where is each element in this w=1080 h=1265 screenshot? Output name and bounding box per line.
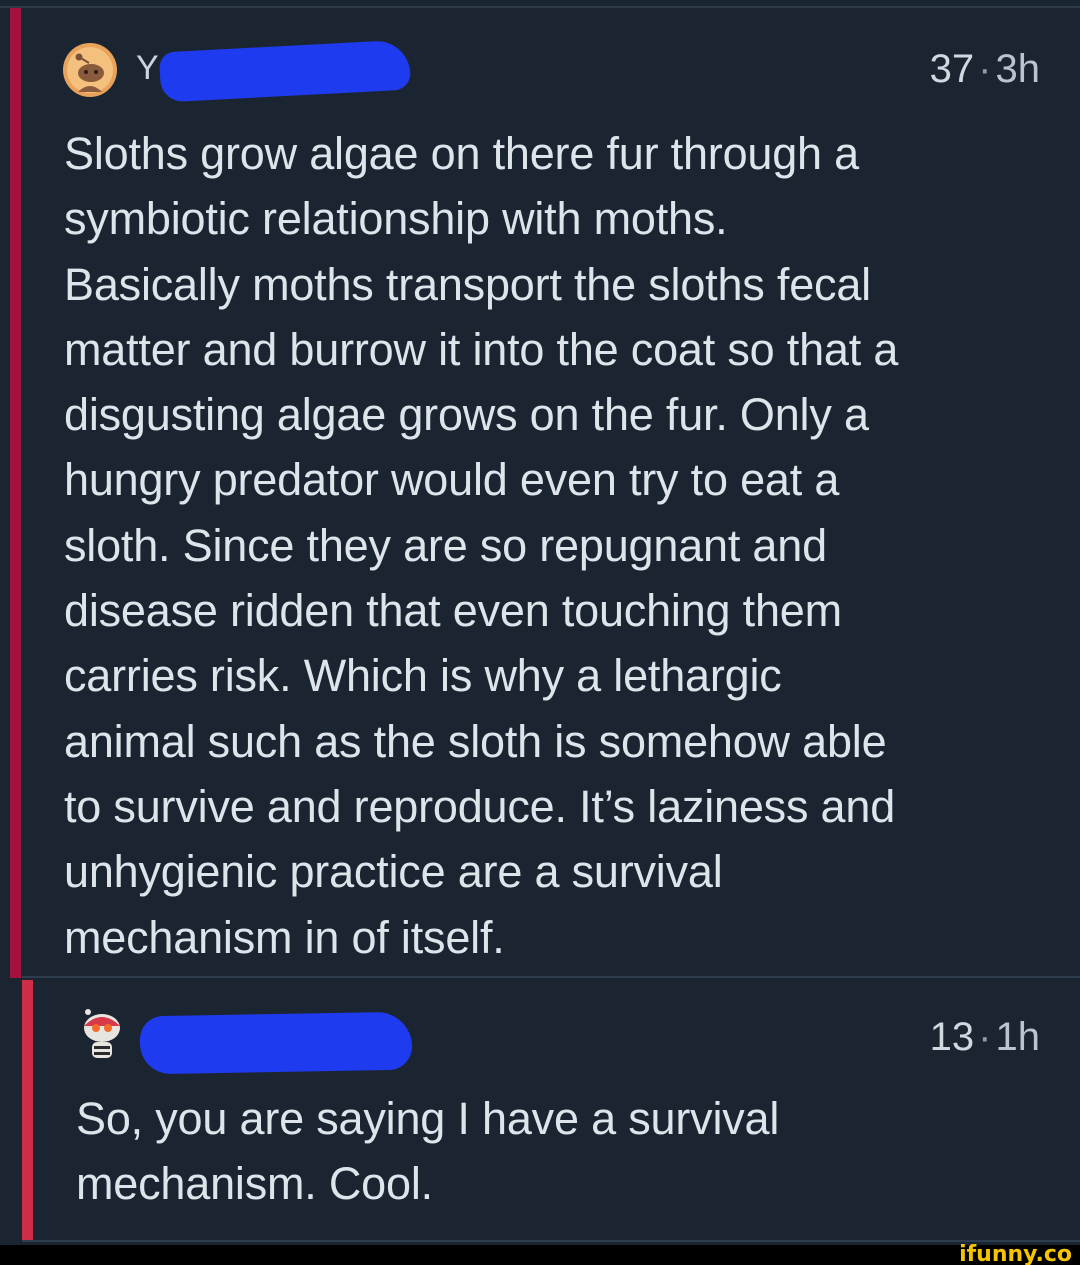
watermark-bar: ifunny.co — [0, 1242, 1080, 1265]
comment-header: Y 37 · 3h — [0, 34, 1080, 104]
separator-dot: · — [978, 1015, 992, 1059]
snoo-avatar-icon[interactable] — [62, 42, 118, 98]
comment-line: symbiotic relationship with moths. — [64, 193, 728, 245]
comment-reply[interactable]: 13 · 1h So, you are saying I have a surviv… — [0, 980, 1080, 1242]
comment-body: So, you are saying I have a survival mec… — [76, 1086, 976, 1217]
comment-age: 3h — [995, 47, 1041, 91]
score: 13 — [929, 1015, 975, 1059]
comment-header: 13 · 1h — [0, 1002, 1080, 1075]
comment-body: Sloths grow algae on there fur through a… — [64, 121, 1054, 970]
comment-thread-screenshot: Y 37 · 3h Sloths grow algae on there fur t… — [0, 0, 1080, 1265]
comment-meta: 37 · 3h — [930, 44, 1040, 94]
ifunny-watermark: ifunny.co — [959, 1242, 1072, 1265]
comment-line: sloth. Since they are so repugnant and — [64, 519, 827, 571]
score: 37 — [929, 47, 975, 91]
comment-divider — [22, 976, 1080, 978]
comment-line: disgusting algae grows on the fur. Only … — [64, 389, 869, 441]
comment-line: matter and burrow it into the coat so th… — [64, 323, 899, 375]
thread-collapse-bar[interactable] — [10, 8, 21, 978]
comment-line: mechanism in of itself. — [64, 911, 505, 963]
redaction-scribble — [139, 1011, 413, 1075]
username[interactable]: Y — [136, 46, 159, 90]
comment-meta: 13 · 1h — [930, 1012, 1040, 1062]
comment-line: carries risk. Which is why a lethargic — [64, 650, 782, 702]
redaction-scribble — [158, 39, 412, 103]
snoo-avatar-icon[interactable] — [78, 1006, 134, 1062]
comment[interactable]: Y 37 · 3h Sloths grow algae on there fur t… — [0, 8, 1080, 978]
separator-dot: · — [978, 47, 992, 91]
comment-line: Sloths grow algae on there fur through a — [64, 128, 860, 179]
comment-line: mechanism. Cool. — [76, 1158, 433, 1210]
comment-line: Basically moths transport the sloths fec… — [64, 258, 871, 310]
comment-age: 1h — [995, 1015, 1041, 1059]
comment-line: unhygienic practice are a survival — [64, 846, 723, 898]
comment-line: So, you are saying I have a survival — [76, 1093, 780, 1144]
comment-line: to survive and reproduce. It’s laziness … — [64, 780, 896, 832]
comment-line: hungry predator would even try to eat a — [64, 454, 840, 506]
comment-line: animal such as the sloth is somehow able — [64, 715, 887, 767]
comment-divider — [22, 1240, 1080, 1242]
comment-line: disease ridden that even touching them — [64, 585, 842, 637]
